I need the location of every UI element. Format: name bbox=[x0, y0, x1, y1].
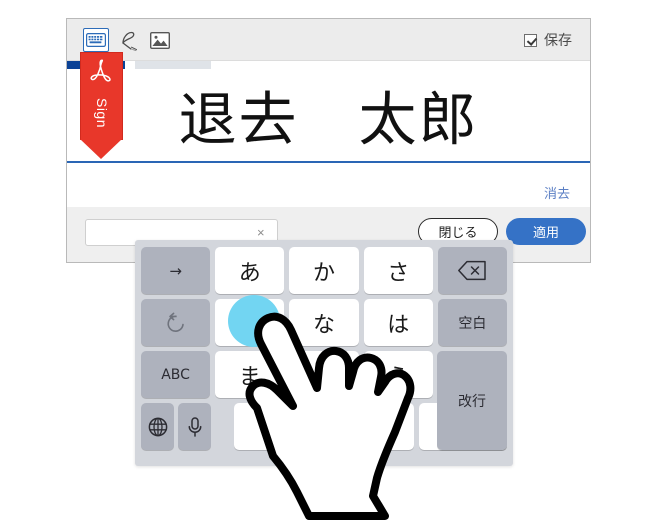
hand-cursor-illustration bbox=[245, 312, 415, 520]
return-key[interactable]: 改行 bbox=[437, 351, 507, 450]
abc-mode-key[interactable]: ABC bbox=[141, 351, 211, 398]
save-label: 保存 bbox=[544, 32, 572, 48]
apply-button[interactable]: 適用 bbox=[506, 218, 586, 245]
clear-row: 消去 bbox=[67, 163, 590, 207]
draw-icon[interactable] bbox=[117, 28, 143, 52]
backspace-key[interactable] bbox=[437, 247, 508, 294]
keyboard-half-group bbox=[141, 403, 229, 450]
adobe-sign-ribbon: Sign bbox=[80, 52, 123, 159]
sign-ribbon-label: Sign bbox=[94, 97, 110, 129]
key-sa[interactable]: さ bbox=[363, 247, 433, 294]
cursor-right-key[interactable]: → bbox=[141, 247, 211, 294]
inactive-tab-indicator bbox=[135, 61, 211, 69]
save-checkbox-group[interactable]: 保存 bbox=[524, 30, 572, 50]
key-ka[interactable]: か bbox=[289, 247, 359, 294]
key-a[interactable]: あ bbox=[215, 247, 285, 294]
save-checkbox[interactable] bbox=[524, 33, 537, 47]
image-icon[interactable] bbox=[147, 28, 173, 52]
signature-canvas[interactable]: 退去 太郎 bbox=[67, 69, 590, 162]
space-key[interactable]: 空白 bbox=[437, 299, 508, 346]
globe-key[interactable] bbox=[141, 403, 174, 450]
signature-text: 退去 太郎 bbox=[178, 84, 479, 153]
keyboard-row: → あ か さ bbox=[141, 247, 508, 294]
signature-toolbar: 保存 bbox=[67, 19, 590, 61]
microphone-key[interactable] bbox=[178, 403, 211, 450]
keyboard-icon[interactable] bbox=[83, 28, 109, 52]
clear-signature-link[interactable]: 消去 bbox=[544, 183, 570, 202]
undo-key[interactable] bbox=[141, 299, 211, 346]
signature-dialog: 保存 退去 太郎 消去 × 閉じる 適用 bbox=[66, 18, 591, 263]
clear-input-icon[interactable]: × bbox=[257, 226, 265, 239]
